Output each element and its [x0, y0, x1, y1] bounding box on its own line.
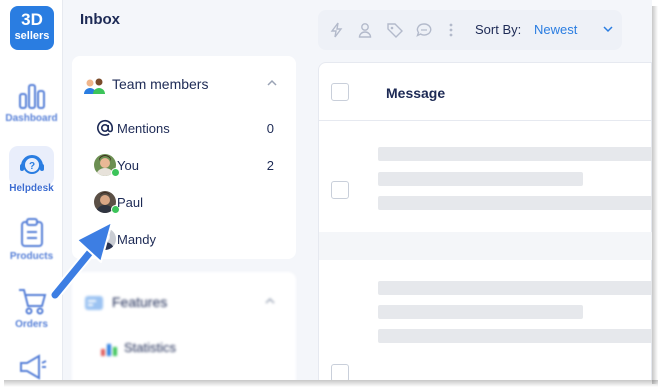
rail-label-orders: Orders: [15, 319, 48, 330]
nav-rail: 3D sellers Dashboard ? Helpdesk Products…: [0, 0, 63, 380]
loading-placeholder: [378, 147, 652, 161]
row-divider: [319, 232, 652, 260]
window-shadow: [4, 380, 658, 387]
loading-placeholder: [378, 172, 583, 186]
member-label: You: [117, 158, 139, 173]
row-checkbox[interactable]: [331, 364, 349, 380]
logo[interactable]: 3D sellers: [10, 6, 54, 50]
at-icon: [97, 119, 114, 136]
chevron-up-icon[interactable]: [266, 78, 278, 88]
select-all-checkbox[interactable]: [331, 83, 349, 101]
loading-placeholder: [378, 329, 652, 343]
megaphone-icon: [19, 354, 46, 380]
sort-by-select[interactable]: Newest: [534, 22, 577, 37]
rail-label-products: Products: [9, 251, 54, 262]
headset-icon: ?: [19, 155, 44, 174]
features-label[interactable]: Features: [112, 294, 167, 310]
column-header-message: Message: [386, 85, 446, 101]
message-table: Message: [318, 62, 652, 380]
member-item-you[interactable]: You 2: [84, 153, 284, 179]
comment-icon[interactable]: [416, 22, 432, 38]
inbox-panel: Inbox Team members Mentions 0 You 2 Paul…: [64, 0, 304, 380]
logo-text-sellers: sellers: [14, 30, 50, 42]
logo-text-3d: 3D: [21, 10, 43, 29]
clipboard-icon: [20, 218, 43, 247]
member-count: 2: [266, 158, 274, 173]
member-item-paul[interactable]: Paul: [84, 190, 284, 216]
more-vertical-icon[interactable]: [448, 22, 454, 38]
toolbar: Sort By: Newest: [318, 10, 622, 50]
bar-chart-icon: [18, 84, 45, 109]
member-item-mentions[interactable]: Mentions 0: [84, 116, 284, 142]
member-label: Mandy: [117, 232, 157, 247]
table-row[interactable]: [319, 122, 652, 232]
row-checkbox[interactable]: [331, 181, 349, 199]
sort-by-label: Sort By:: [475, 22, 522, 37]
main-content: Sort By: Newest Message: [304, 0, 652, 380]
chevron-down-icon[interactable]: [602, 24, 614, 34]
features-card: Features Statistics: [72, 272, 296, 380]
cart-icon: [18, 289, 46, 315]
rail-label-dashboard: Dashboard: [5, 113, 58, 124]
window-shadow: [652, 6, 658, 384]
member-label: Mentions: [117, 121, 170, 136]
team-members-header[interactable]: Team members: [84, 76, 284, 96]
rail-label-helpdesk: Helpdesk: [9, 183, 54, 194]
user-icon[interactable]: [358, 22, 372, 38]
chevron-up-icon[interactable]: [264, 296, 276, 306]
rail-item-products[interactable]: Products: [0, 218, 63, 262]
page-title: Inbox: [80, 11, 120, 28]
member-item-mandy[interactable]: Mandy: [84, 227, 284, 253]
loading-placeholder: [378, 196, 652, 210]
team-members-label: Team members: [112, 76, 209, 92]
table-row[interactable]: [319, 260, 652, 380]
tag-icon[interactable]: [386, 22, 404, 38]
loading-placeholder: [378, 305, 583, 319]
app-window: 3D sellers Dashboard ? Helpdesk Products…: [0, 0, 652, 380]
member-label: Paul: [117, 195, 144, 210]
rail-item-helpdesk[interactable]: ? Helpdesk: [0, 146, 63, 194]
rail-item-orders[interactable]: Orders: [0, 286, 63, 330]
loading-placeholder: [378, 281, 652, 295]
team-icon: [84, 78, 105, 94]
features-icon: [85, 296, 103, 310]
svg-text:?: ?: [28, 161, 34, 172]
statistics-icon: [101, 344, 117, 356]
features-item-statistics[interactable]: Statistics: [124, 340, 176, 355]
rail-item-dashboard[interactable]: Dashboard: [0, 82, 63, 124]
lightning-icon[interactable]: [330, 22, 344, 38]
team-members-card: Team members Mentions 0 You 2 Paul Mandy: [72, 56, 296, 259]
rail-item-marketing[interactable]: [0, 354, 63, 380]
table-header: Message: [319, 63, 652, 121]
member-count: 0: [266, 121, 274, 136]
avatar: [94, 228, 116, 250]
